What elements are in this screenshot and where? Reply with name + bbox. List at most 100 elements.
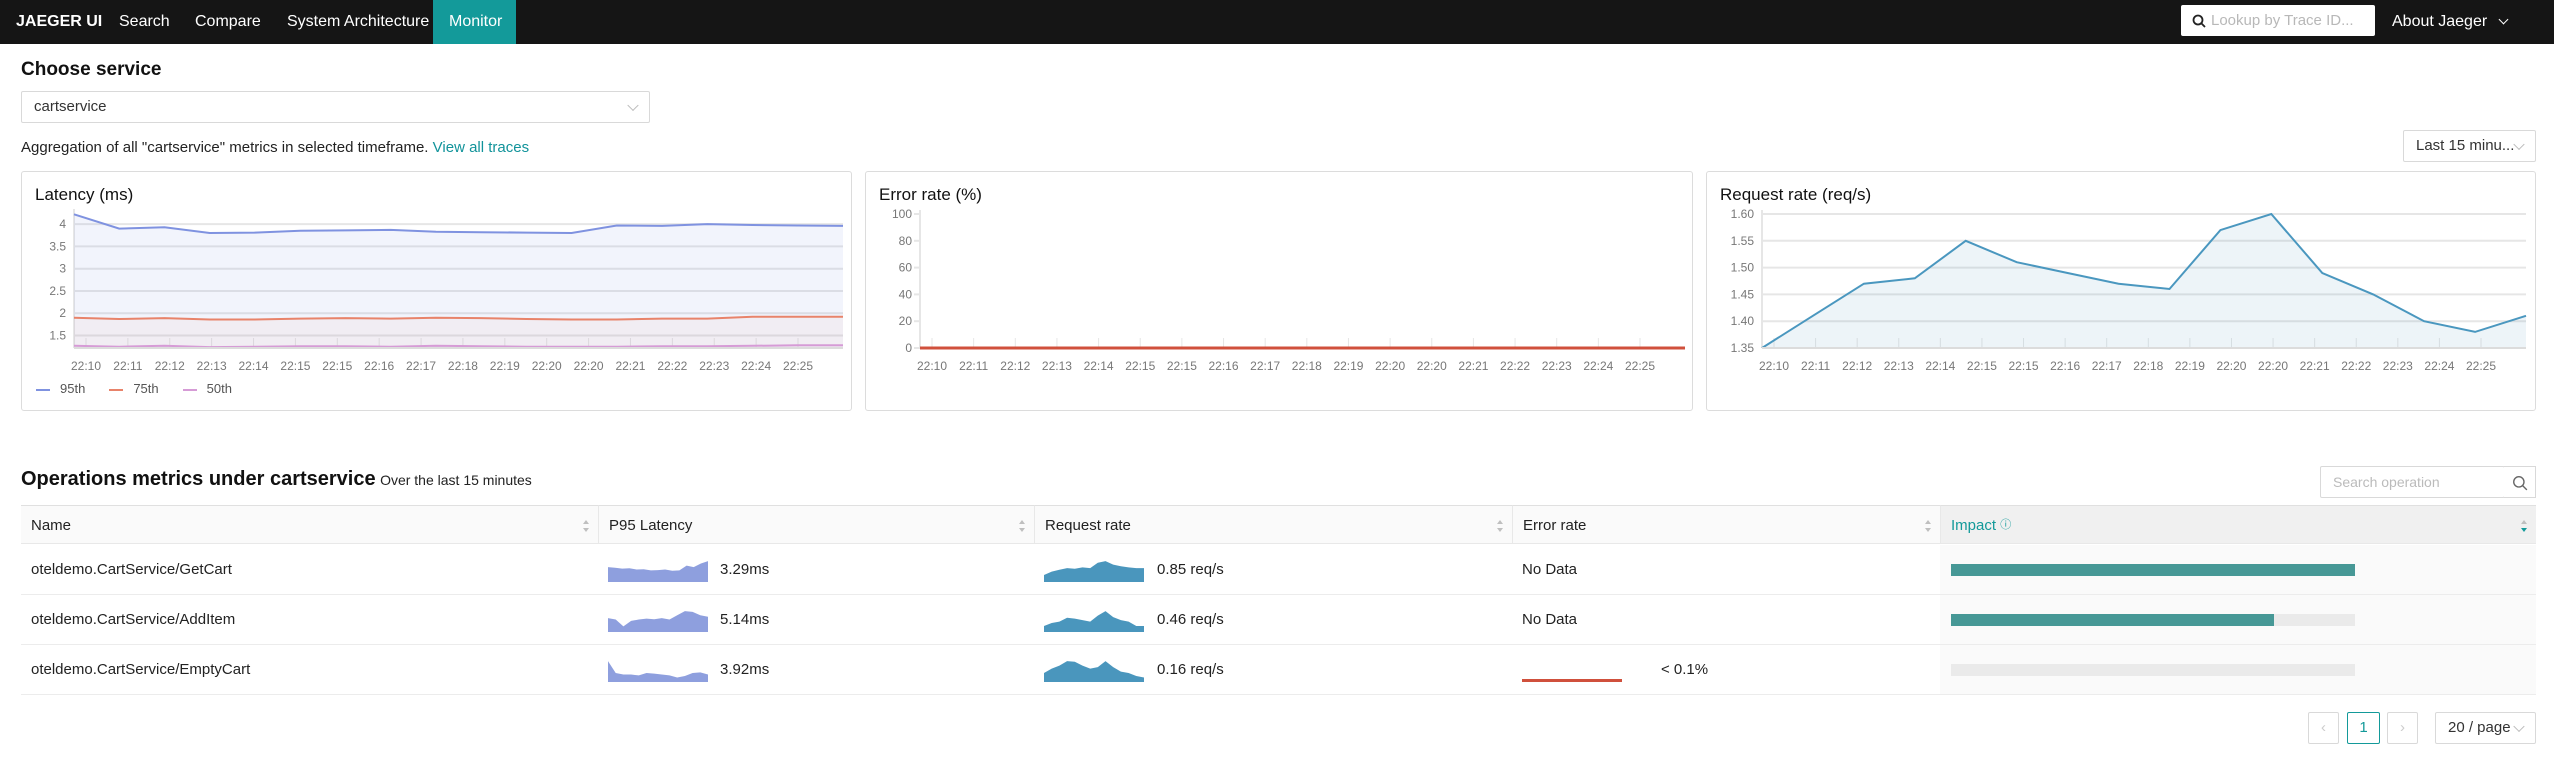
chevron-down-icon [2498, 14, 2509, 25]
y-tick-label: 3.5 [49, 239, 66, 253]
y-tick-label: 40 [899, 287, 913, 301]
x-tick-label: 22:24 [741, 359, 771, 373]
table-row[interactable]: oteldemo.CartService/AddItem 5.14ms 0.46… [21, 595, 2536, 645]
impact-bar [1951, 614, 2355, 626]
view-all-traces-link[interactable]: View all traces [433, 139, 529, 156]
legend-item-75th[interactable]: 75th [109, 381, 159, 396]
x-tick-label: 22:13 [197, 359, 227, 373]
timeframe-select[interactable]: Last 15 minu... [2403, 130, 2536, 162]
about-jaeger-menu[interactable]: About Jaeger [2392, 0, 2509, 44]
y-tick-label: 1.35 [1731, 341, 1755, 355]
nav-compare[interactable]: Compare [179, 0, 277, 44]
x-tick-label: 22:15 [1167, 359, 1197, 373]
prev-page-button[interactable]: ‹ [2308, 712, 2339, 744]
nav-monitor[interactable]: Monitor [433, 0, 516, 44]
request-rate-sparkline [1044, 645, 1144, 695]
x-tick-label: 22:18 [2133, 359, 2163, 373]
x-tick-label: 22:25 [1625, 359, 1655, 373]
brand-logo[interactable]: JAEGER UI [0, 0, 118, 44]
page-size-value: 20 / page [2448, 719, 2511, 736]
x-tick-label: 22:11 [959, 359, 988, 373]
impact-bar [1951, 564, 2355, 576]
page-1-button[interactable]: 1 [2347, 712, 2380, 744]
series-line-50th [73, 344, 843, 349]
error-rate-chart-svg: 0 20 40 60 80 100 22:10 22:11 22:12 22:13 22:14 22:… [892, 207, 1686, 373]
service-select[interactable]: cartservice [21, 91, 650, 123]
nav-system-architecture[interactable]: System Architecture [271, 0, 445, 44]
x-tick-label: 22:16 [364, 359, 394, 373]
table-row[interactable]: oteldemo.CartService/EmptyCart 3.92ms 0.… [21, 645, 2536, 695]
sort-icon[interactable] [1924, 518, 1932, 534]
x-tick-label: 22:14 [1925, 359, 1955, 373]
x-tick-label: 22:25 [783, 359, 813, 373]
next-page-button[interactable]: › [2387, 712, 2418, 744]
p95-latency-value: 3.29ms [720, 561, 770, 578]
chart-title: Latency (ms) [35, 185, 134, 204]
search-operation-button[interactable] [2504, 466, 2536, 498]
x-tick-label: 22:15 [1125, 359, 1155, 373]
choose-service-heading: Choose service [21, 59, 162, 80]
x-tick-label: 22:13 [1884, 359, 1914, 373]
info-icon[interactable]: ⓘ [2000, 519, 2011, 531]
error-rate-value: No Data [1522, 611, 1578, 628]
trace-search-placeholder: Lookup by Trace ID... [2211, 12, 2354, 29]
column-header-error-rate[interactable]: Error rate [1512, 505, 1940, 544]
column-label: Impact [1951, 517, 1997, 534]
x-tick-label: 22:20 [2216, 359, 2246, 373]
legend-item-50th[interactable]: 50th [182, 381, 232, 396]
sort-icon[interactable] [2520, 518, 2528, 534]
operation-name[interactable]: oteldemo.CartService/EmptyCart [31, 645, 250, 695]
legend-item-95th[interactable]: 95th [36, 381, 85, 396]
y-tick-label: 1.40 [1731, 314, 1755, 328]
request-rate-value: 0.16 req/s [1157, 661, 1224, 678]
column-label: Request rate [1045, 517, 1131, 534]
x-tick-label: 22:24 [2424, 359, 2454, 373]
request-rate-value: 0.46 req/s [1157, 611, 1224, 628]
y-tick-label: 100 [892, 207, 912, 221]
chevron-down-icon [627, 99, 639, 112]
operation-name[interactable]: oteldemo.CartService/AddItem [31, 595, 235, 645]
y-tick-label: 3 [59, 262, 66, 276]
column-header-p95-latency[interactable]: P95 Latency [598, 505, 1034, 544]
sparkline [1044, 611, 1144, 632]
latency-chart: 1.5 2 2.5 3 3.5 4 22:10 22:11 22:12 22:13 22:14 22:… [21, 171, 852, 411]
x-tick-label: 22:23 [699, 359, 729, 373]
x-tick-label: 22:10 [1759, 359, 1789, 373]
x-tick-label: 22:23 [1542, 359, 1572, 373]
x-tick-label: 22:16 [1209, 359, 1239, 373]
sort-icon[interactable] [1496, 518, 1504, 534]
request-rate-chart: 1.35 1.40 1.45 1.50 1.55 1.60 22:10 22:11 22:12 2… [1706, 171, 2536, 411]
trace-id-search-input[interactable]: Lookup by Trace ID... [2181, 5, 2375, 36]
search-icon [2513, 476, 2528, 491]
table-row[interactable]: oteldemo.CartService/GetCart 3.29ms 0.85… [21, 545, 2536, 595]
sort-icon[interactable] [1018, 518, 1026, 534]
aggregation-text: Aggregation of all "cartservice" metrics… [21, 139, 529, 156]
request-rate-sparkline [1044, 595, 1144, 645]
sort-icon[interactable] [582, 518, 590, 534]
series-area [1762, 214, 2526, 348]
column-header-name[interactable]: Name [21, 505, 598, 544]
operations-heading: Operations metrics under cartservice Ove… [21, 468, 532, 491]
latency-sparkline [608, 645, 718, 695]
operation-name[interactable]: oteldemo.CartService/GetCart [31, 545, 232, 595]
page-size-select[interactable]: 20 / page [2435, 712, 2536, 744]
x-tick-label: 22:18 [448, 359, 478, 373]
about-label: About Jaeger [2392, 13, 2488, 30]
x-tick-label: 22:19 [1333, 359, 1363, 373]
column-header-request-rate[interactable]: Request rate [1034, 505, 1512, 544]
chevron-down-icon [2513, 138, 2525, 151]
latency-chart-svg: 1.5 2 2.5 3 3.5 4 22:10 22:11 22:12 22:13 22:14 22:… [49, 209, 844, 373]
search-operation-input[interactable]: Search operation [2320, 466, 2505, 498]
column-header-impact[interactable]: Impact ⓘ [1940, 505, 2536, 544]
x-tick-label: 22:15 [322, 359, 352, 373]
x-tick-label: 22:15 [280, 359, 310, 373]
error-rate-sparkline [1522, 645, 1622, 695]
x-tick-label: 22:17 [406, 359, 436, 373]
sparkline [608, 661, 708, 682]
nav-search[interactable]: Search [103, 0, 186, 44]
sparkline [608, 561, 708, 582]
sparkline [1522, 679, 1622, 682]
p95-latency-value: 5.14ms [720, 611, 770, 628]
y-tick-label: 1.45 [1731, 287, 1755, 301]
top-nav: JAEGER UI Search Compare System Architec… [0, 0, 2554, 44]
